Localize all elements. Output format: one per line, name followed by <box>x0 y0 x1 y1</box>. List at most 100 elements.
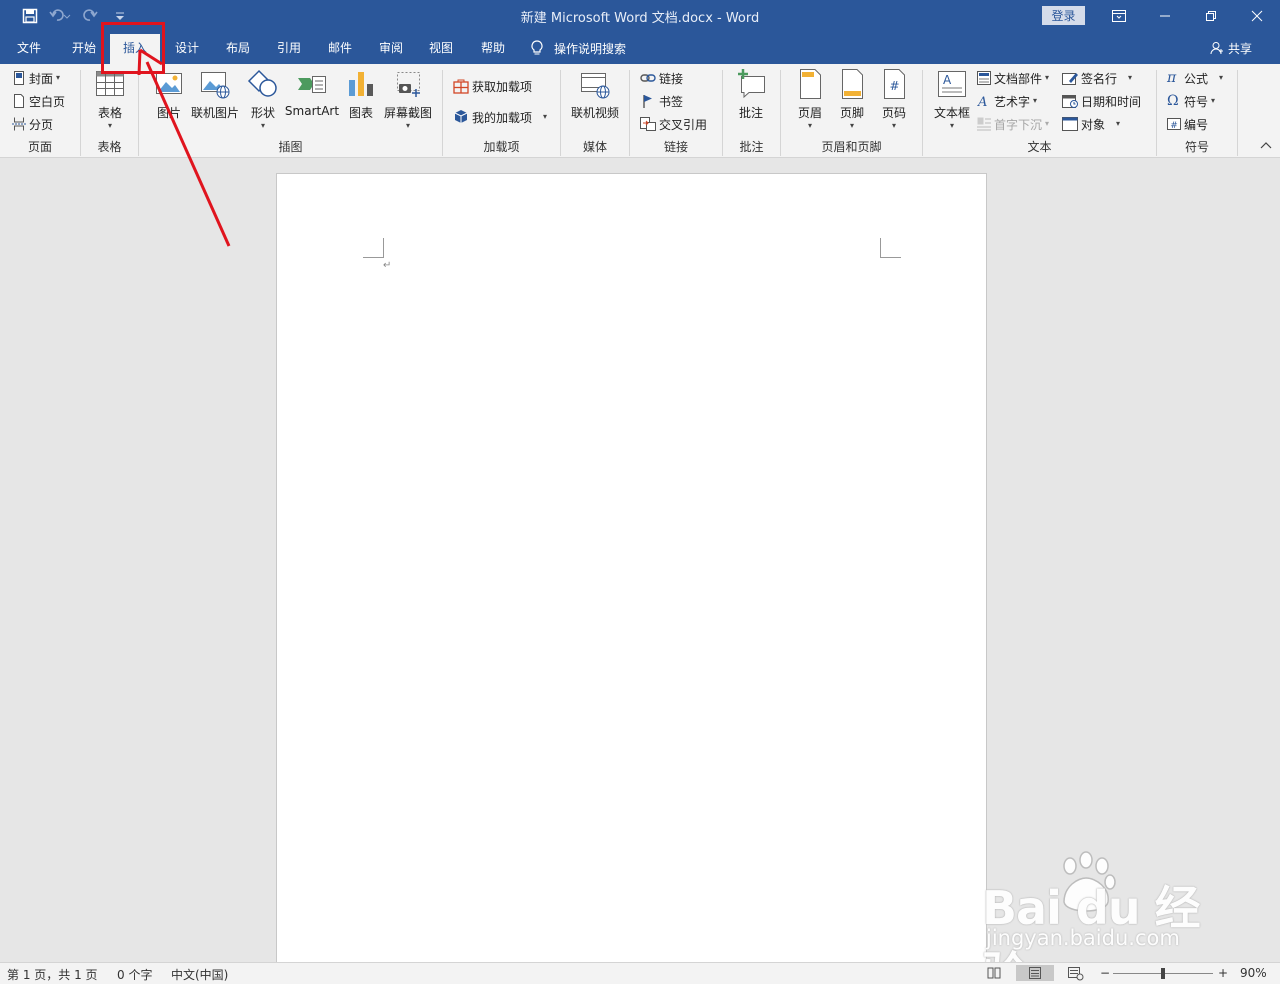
pi-icon: π <box>1167 70 1177 86</box>
cross-reference-icon <box>640 117 656 131</box>
textbox-icon: A <box>938 71 966 97</box>
shapes-button[interactable]: 形状 ▾ <box>247 68 279 131</box>
addins-group: 获取加载项 我的加载项 ▾ 加载项 <box>443 64 560 158</box>
header-footer-group-label: 页眉和页脚 <box>821 140 882 154</box>
document-area[interactable]: ↵ <box>0 158 1280 962</box>
footer-button[interactable]: 页脚 ▾ <box>836 68 868 131</box>
page-break-button[interactable]: 分页 <box>12 113 53 135</box>
tab-design[interactable]: 设计 <box>171 32 203 64</box>
tab-review[interactable]: 审阅 <box>375 32 407 64</box>
date-time-button[interactable]: 日期和时间 <box>1062 90 1141 112</box>
close-icon[interactable] <box>1234 0 1280 32</box>
header-button[interactable]: 页眉 ▾ <box>794 68 826 131</box>
header-icon <box>800 69 821 99</box>
title-bar: 新建 Microsoft Word 文档.docx - Word 登录 <box>0 0 1280 32</box>
cover-page-button[interactable]: 封面 ▾ <box>12 67 60 89</box>
chart-button[interactable]: 图表 <box>345 68 377 121</box>
login-button[interactable]: 登录 <box>1042 6 1085 25</box>
tab-file[interactable]: 文件 <box>13 32 45 64</box>
link-button[interactable]: 链接 <box>640 67 683 89</box>
object-icon <box>1062 117 1078 131</box>
new-comment-button[interactable]: 批注 <box>735 68 767 121</box>
tab-mailings[interactable]: 邮件 <box>324 32 356 64</box>
link-icon <box>640 74 656 82</box>
page-count[interactable]: 第 1 页，共 1 页 <box>7 966 98 983</box>
undo-icon[interactable] <box>48 6 72 26</box>
web-layout-icon[interactable] <box>1066 965 1084 981</box>
blank-page-button[interactable]: 空白页 <box>12 90 65 112</box>
cross-reference-button[interactable]: 交叉引用 <box>640 113 707 135</box>
lightbulb-icon <box>531 40 543 55</box>
watermark-url: jingyan.baidu.com <box>986 926 1180 950</box>
links-group: 链接 书签 交叉引用 链接 <box>630 64 722 158</box>
page-break-icon <box>12 117 26 131</box>
table-button[interactable]: 表格 ▾ <box>94 68 126 131</box>
symbol-button[interactable]: Ω 符号 ▾ <box>1167 90 1215 112</box>
svg-text:A: A <box>943 73 952 87</box>
zoom-slider[interactable] <box>1113 968 1213 979</box>
restore-icon[interactable] <box>1188 0 1234 32</box>
read-mode-icon[interactable] <box>985 965 1003 981</box>
page-number-button[interactable]: # 页码 ▾ <box>878 68 910 131</box>
media-group-label: 媒体 <box>582 140 607 154</box>
media-group: 联机视频 媒体 <box>561 64 629 158</box>
save-icon[interactable] <box>18 6 42 26</box>
tell-me-label: 操作说明搜索 <box>554 41 627 56</box>
drop-cap-button[interactable]: 首字下沉 ▾ <box>977 113 1049 135</box>
zoom-level[interactable]: 90% <box>1240 966 1267 980</box>
wordart-button[interactable]: A 艺术字 ▾ <box>977 90 1037 112</box>
online-video-icon <box>581 73 610 99</box>
print-layout-icon[interactable] <box>1016 965 1054 981</box>
smartart-button[interactable]: SmartArt <box>285 68 339 118</box>
tab-layout[interactable]: 布局 <box>222 32 254 64</box>
paragraph-mark-icon: ↵ <box>383 260 392 271</box>
online-video-button[interactable]: 联机视频 <box>571 68 619 121</box>
new-comment-icon <box>738 69 765 99</box>
pages-group: 封面 ▾ 空白页 分页 页面 <box>0 64 80 158</box>
picture-button[interactable]: 图片 <box>153 68 185 121</box>
document-page[interactable]: ↵ <box>276 173 987 962</box>
ribbon: 封面 ▾ 空白页 分页 页面 表格 ▾ 表格 图片 联机图片 形状 ▾ Smar… <box>0 64 1280 158</box>
smartart-icon <box>298 76 326 93</box>
page-number-icon: # <box>884 69 905 99</box>
tab-help[interactable]: 帮助 <box>477 32 509 64</box>
online-picture-button[interactable]: 联机图片 <box>191 68 239 121</box>
tell-me-search[interactable]: 操作说明搜索 <box>530 32 626 64</box>
minimize-icon[interactable] <box>1142 0 1188 32</box>
person-icon <box>1210 42 1223 55</box>
tables-group-label: 表格 <box>97 140 122 154</box>
zoom-in-button[interactable]: + <box>1218 966 1228 980</box>
zoom-out-button[interactable]: − <box>1100 966 1110 980</box>
quick-parts-button[interactable]: 文档部件 ▾ <box>977 67 1049 89</box>
chart-icon <box>349 72 373 96</box>
bookmark-button[interactable]: 书签 <box>640 90 683 112</box>
signature-line-button[interactable]: 签名行 ▾ <box>1062 67 1132 89</box>
equation-button[interactable]: π 公式 ▾ <box>1167 67 1223 89</box>
addin-cube-icon <box>454 110 468 123</box>
my-addins-button[interactable]: 我的加载项 ▾ <box>453 106 547 128</box>
object-button[interactable]: 对象 ▾ <box>1062 113 1120 135</box>
wordart-icon: A <box>977 95 987 108</box>
collapse-ribbon-icon[interactable] <box>1258 141 1274 155</box>
symbols-group: π 公式 ▾ Ω 符号 ▾ # 编号 符号 <box>1157 64 1237 158</box>
header-footer-group: 页眉 ▾ 页脚 ▾ # 页码 ▾ 页眉和页脚 <box>781 64 922 158</box>
number-button[interactable]: # 编号 <box>1167 113 1208 135</box>
word-count[interactable]: 0 个字 <box>117 966 152 983</box>
tab-view[interactable]: 视图 <box>425 32 457 64</box>
ribbon-display-options-icon[interactable] <box>1096 0 1142 32</box>
share-button[interactable]: 共享 <box>1210 32 1252 64</box>
tab-home[interactable]: 开始 <box>68 32 100 64</box>
ribbon-tab-row: 文件 开始 插入 设计 布局 引用 邮件 审阅 视图 帮助 操作说明搜索 共享 <box>0 32 1280 64</box>
share-label: 共享 <box>1228 41 1253 56</box>
get-addins-button[interactable]: 获取加载项 <box>453 75 532 97</box>
cover-page-icon <box>14 71 24 85</box>
tab-references[interactable]: 引用 <box>273 32 305 64</box>
language-indicator[interactable]: 中文(中国) <box>171 966 228 983</box>
textbox-button[interactable]: A 文本框 ▾ <box>934 68 970 131</box>
redo-icon[interactable] <box>78 6 102 26</box>
drop-cap-icon <box>977 117 991 131</box>
symbols-group-label: 符号 <box>1184 140 1209 154</box>
screenshot-button[interactable]: 屏幕截图 ▾ <box>383 68 433 131</box>
footer-icon <box>842 69 863 99</box>
zoom-slider-thumb[interactable] <box>1161 968 1165 979</box>
